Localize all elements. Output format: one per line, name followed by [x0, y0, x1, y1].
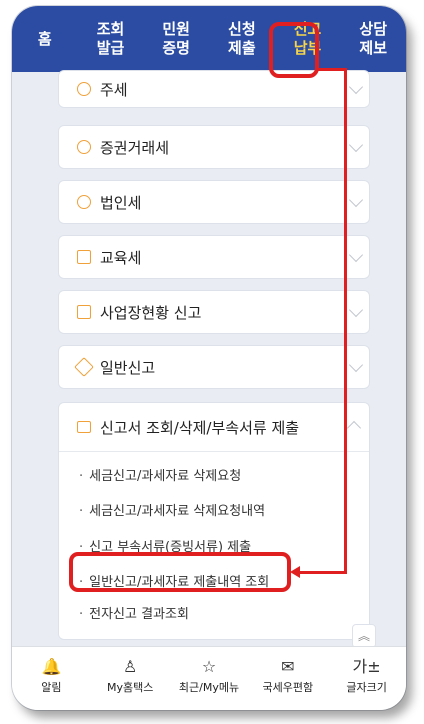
- submenu-deletion-history[interactable]: 세금신고/과세자료 삭제요청내역: [79, 500, 265, 519]
- menu-item-filing-inquiry[interactable]: 신고서 조회/삭제/부속서류 제출: [59, 403, 369, 452]
- chevron-down-icon: [348, 247, 364, 263]
- expanded-menu-section: 신고서 조회/삭제/부속서류 제출 세금신고/과세자료 삭제요청 세금신고/과세…: [58, 402, 370, 640]
- menu-item-label: 법인세: [100, 193, 142, 212]
- person-icon: [77, 82, 91, 96]
- connector-line: [300, 571, 347, 574]
- menu-item-label: 교육세: [100, 248, 142, 267]
- menu-item-label: 사업장현황 신고: [100, 303, 202, 322]
- highlight-submission-history: [69, 552, 291, 592]
- memo-icon: [77, 305, 91, 319]
- top-nav: 홈 조회 발급 민원 증명 신청 제출 신고 납부 상담 제보: [12, 6, 406, 72]
- menu-item-business-status[interactable]: 사업장현황 신고: [58, 290, 370, 334]
- menu-item-label: 일반신고: [100, 358, 156, 377]
- menu-item-label: 증권거래세: [100, 138, 170, 157]
- folder-icon: [77, 421, 91, 433]
- bell-icon: 🔔: [41, 657, 62, 676]
- tag-icon: [74, 357, 94, 377]
- chevron-up-icon: [346, 420, 362, 436]
- menu-item-education-tax[interactable]: 교육세: [58, 235, 370, 279]
- bottom-tab-bar: 🔔 알림 ♙ My홈택스 ☆ 최근/My메뉴 ✉ 국세우편함 가± 글자크기: [12, 646, 406, 710]
- nav-application[interactable]: 신청 제출: [209, 20, 275, 58]
- tab-label: 국세우편함: [262, 681, 314, 694]
- tab-label: 글자크기: [346, 681, 387, 694]
- nav-home[interactable]: 홈: [12, 30, 78, 49]
- nav-consult[interactable]: 상담 제보: [340, 20, 406, 58]
- font-size-icon: 가±: [352, 657, 381, 676]
- arrow-left-icon: [290, 566, 300, 578]
- chevron-down-icon: [348, 137, 364, 153]
- tab-label: My홈택스: [107, 681, 154, 694]
- tab-label: 알림: [41, 681, 62, 694]
- star-icon: ☆: [201, 657, 217, 676]
- hand-coin-icon: [77, 140, 91, 154]
- tab-my-hometax[interactable]: ♙ My홈택스: [91, 647, 170, 710]
- chevron-down-icon: [348, 302, 364, 318]
- nav-inquiry[interactable]: 조회 발급: [78, 20, 144, 58]
- mail-icon: ✉: [281, 657, 295, 676]
- tab-tax-mailbox[interactable]: ✉ 국세우편함: [248, 647, 327, 710]
- nav-certificate[interactable]: 민원 증명: [143, 20, 209, 58]
- connector-line: [318, 68, 347, 71]
- chevron-down-icon: [348, 192, 364, 208]
- menu-item-liquor-tax[interactable]: 주세: [58, 70, 370, 108]
- tab-font-size[interactable]: 가± 글자크기: [327, 647, 406, 710]
- connector-line: [344, 68, 347, 574]
- tab-recent-my-menu[interactable]: ☆ 최근/My메뉴: [170, 647, 249, 710]
- menu-item-label: 신고서 조회/삭제/부속서류 제출: [100, 418, 300, 437]
- tab-label: 최근/My메뉴: [178, 681, 240, 694]
- edit-icon: [77, 250, 91, 264]
- highlight-nav-filing: [269, 22, 319, 78]
- scroll-to-top-button[interactable]: ︽: [352, 624, 376, 648]
- medal-icon: [77, 195, 91, 209]
- menu-item-general-filing[interactable]: 일반신고: [58, 345, 370, 389]
- tab-notifications[interactable]: 🔔 알림: [12, 647, 91, 710]
- submenu-deletion-request[interactable]: 세금신고/과세자료 삭제요청: [79, 465, 241, 484]
- menu-item-corporate-tax[interactable]: 법인세: [58, 180, 370, 224]
- menu-item-securities-tax[interactable]: 증권거래세: [58, 125, 370, 169]
- chevron-down-icon: [348, 357, 364, 373]
- menu-item-label: 주세: [100, 80, 128, 99]
- person-icon: ♙: [123, 657, 138, 676]
- chevron-down-icon: [348, 79, 364, 95]
- submenu-efiling-result[interactable]: 전자신고 결과조회: [79, 603, 189, 622]
